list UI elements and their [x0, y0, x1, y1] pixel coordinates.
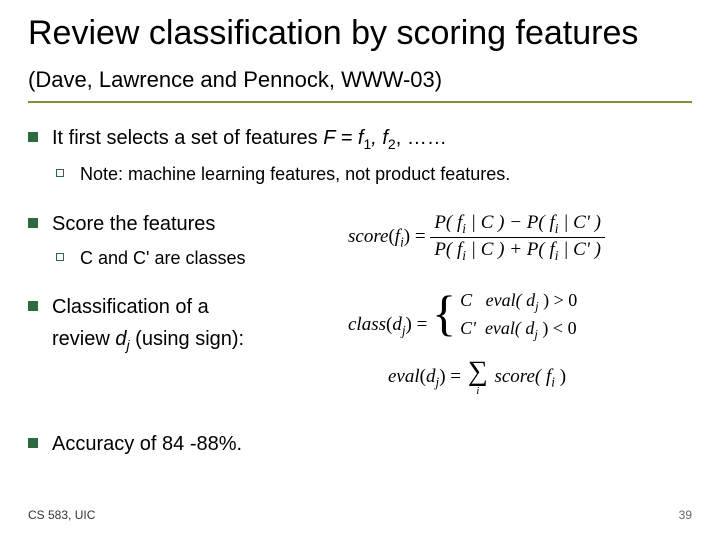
square-bullet-icon [28, 218, 38, 228]
sum-icon: ∑ i [468, 358, 488, 397]
footer: CS 583, UIC 39 [28, 508, 692, 522]
text: | C ) + P( f [466, 239, 555, 260]
square-bullet-icon [28, 301, 38, 311]
title-rule [28, 101, 692, 103]
cases: { C eval( dj ) > 0 C' eval( dj ) < 0 [432, 288, 577, 344]
slide-title: Review classification by scoring feature… [28, 12, 692, 97]
bullet-classification: Classification of a [28, 294, 328, 320]
text: d [392, 314, 402, 335]
formula-eval: eval(dj) = ∑ i score( fi ) [388, 358, 692, 397]
text: = [446, 366, 466, 387]
text: | C ) − P( f [466, 212, 555, 233]
bullet-features: It first selects a set of features F = f… [28, 125, 692, 153]
text: F = f [323, 127, 363, 149]
text: Accuracy of 84 -88%. [52, 433, 242, 455]
text: (using sign): [130, 328, 245, 350]
page-number: 39 [679, 508, 692, 522]
subbullet-note: Note: machine learning features, not pro… [28, 163, 692, 186]
text: = [412, 314, 432, 335]
bullet-accuracy: Accuracy of 84 -88%. [28, 431, 692, 457]
subbullet-classes: C and C' are classes [28, 247, 328, 270]
text: , f [371, 127, 388, 149]
formula-score: score(fi) = P( fi | C ) − P( fi | C' ) P… [348, 211, 692, 264]
text: j [435, 375, 439, 390]
text: eval( d [485, 318, 534, 338]
text: = [410, 226, 430, 247]
text: d [115, 328, 126, 350]
text: eval( d [486, 290, 535, 310]
text: review [52, 328, 115, 350]
slide: Review classification by scoring feature… [0, 0, 720, 540]
text: P( f [434, 212, 462, 233]
text: score( f [494, 366, 551, 387]
bullet-score: Score the features [28, 211, 328, 237]
hollow-square-bullet-icon [56, 169, 64, 177]
text: 2 [388, 136, 396, 152]
slide-body: It first selects a set of features F = f… [28, 125, 692, 457]
text: ) > 0 [539, 290, 578, 310]
text: Score the features [52, 213, 215, 235]
text: j [402, 323, 406, 338]
text: score [348, 226, 388, 247]
bullet-classification-line2: review dj (using sign): [28, 326, 328, 354]
square-bullet-icon [28, 132, 38, 142]
text: ) [555, 366, 566, 387]
brace-icon: { [432, 288, 456, 344]
text: | C' ) [558, 212, 601, 233]
text: It first selects a set of features [52, 127, 323, 149]
square-bullet-icon [28, 438, 38, 448]
text: C [460, 290, 472, 310]
text: Classification of a [52, 296, 209, 318]
text: ) < 0 [538, 318, 577, 338]
text: , …… [396, 127, 447, 149]
text: Note: machine learning features, not pro… [80, 164, 510, 184]
text: C' [460, 318, 476, 338]
row-score: Score the features C and C' are classes … [28, 211, 692, 270]
formula-class-eval: class(dj) = { C eval( dj ) > 0 C' eval( … [348, 288, 692, 397]
text: i [476, 386, 479, 397]
text: eval [388, 366, 420, 387]
row-class: Classification of a review dj (using sig… [28, 294, 692, 403]
fraction: P( fi | C ) − P( fi | C' ) P( fi | C ) +… [430, 211, 605, 264]
title-main: Review classification by scoring feature… [28, 14, 638, 52]
footer-left: CS 583, UIC [28, 508, 95, 522]
title-citation: (Dave, Lawrence and Pennock, WWW-03) [28, 67, 442, 92]
text: C and C' are classes [80, 248, 246, 268]
text: | C' ) [558, 239, 601, 260]
text: P( f [434, 239, 462, 260]
text: class [348, 314, 386, 335]
hollow-square-bullet-icon [56, 253, 64, 261]
